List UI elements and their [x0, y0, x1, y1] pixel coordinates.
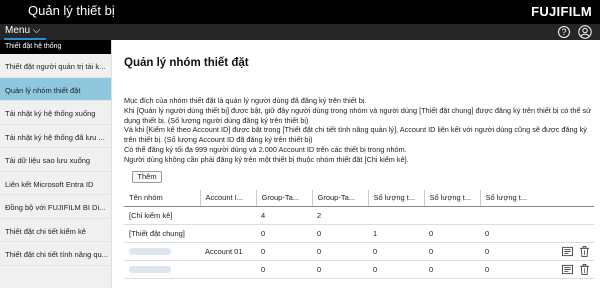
sidebar-item-download-system-log[interactable]: Tải nhật ký hệ thống xuống	[0, 101, 111, 125]
table-cell: 0	[312, 260, 368, 279]
table-cell: 0	[424, 260, 480, 279]
sidebar-item-entra-id[interactable]: Liên kết Microsoft Entra ID	[0, 172, 111, 195]
table-cell: 0	[480, 260, 536, 279]
table-cell: 0	[424, 224, 480, 243]
column-header-count-2[interactable]: Số lượng t...	[424, 190, 481, 207]
table-cell: 1	[368, 224, 424, 243]
table-cell: 0	[480, 224, 536, 243]
column-header-count-1[interactable]: Số lượng t...	[368, 190, 425, 207]
column-header-group-tag-1[interactable]: Group-Ta...	[256, 190, 313, 207]
add-button[interactable]: Thêm	[132, 171, 162, 183]
description-line: Người dùng không cần phải đăng ký trên m…	[124, 154, 409, 164]
table-cell: 2	[312, 206, 368, 225]
table-cell	[200, 260, 256, 279]
table-cell: 0	[368, 242, 424, 261]
table-cell	[124, 260, 200, 279]
main-content: Quản lý nhóm thiết đặt Mục đích của nhóm…	[112, 40, 600, 288]
menu-label: Menu	[5, 25, 31, 36]
column-header-count-3[interactable]: Số lượng t...	[480, 190, 536, 207]
trash-icon[interactable]	[579, 263, 590, 275]
sidebar-item-accounting-settings[interactable]: Thiết đặt chi tiết kiểm kê	[0, 219, 111, 242]
top-bar: Quản lý thiết bị FUJIFILM	[0, 0, 600, 24]
menu-bar: Menu ⌵ ?	[0, 24, 600, 40]
table-cell: 0	[368, 260, 424, 279]
sidebar-item-feature-settings[interactable]: Thiết đặt chi tiết tính năng qu...	[0, 242, 111, 266]
table-cell: 0	[256, 224, 312, 243]
description-line: Và khi [Kiểm kê theo Account ID] được bậ…	[124, 125, 587, 145]
table-row[interactable]: Account 01 0 0 0 0 0	[124, 242, 594, 261]
sidebar-item-admin-settings[interactable]: Thiết đặt người quản trị tài k...	[0, 54, 111, 78]
settings-group-table: Tên nhóm Account I... Group-Ta... Group-…	[124, 190, 594, 279]
trash-icon[interactable]	[579, 245, 590, 257]
table-cell	[480, 206, 536, 225]
edit-icon[interactable]	[561, 246, 573, 257]
redacted-group-name	[129, 248, 171, 256]
sidebar-section-title: Thiết đặt hệ thống	[0, 40, 111, 54]
column-header-group-name[interactable]: Tên nhóm	[124, 190, 201, 207]
description-line: Khi [Quản lý người dùng thiết bị] được b…	[124, 105, 592, 125]
column-header-actions	[536, 190, 594, 207]
sidebar-item-sync-fujifilm[interactable]: Đồng bộ với FUJIFILM BI Di...	[0, 195, 111, 219]
row-actions	[536, 260, 594, 279]
table-cell	[536, 224, 594, 243]
table-cell: Account 01	[200, 242, 256, 261]
table-cell: 0	[312, 242, 368, 261]
table-row[interactable]: [Chỉ kiểm kê] 4 2	[124, 206, 594, 225]
help-icon[interactable]: ?	[558, 26, 570, 38]
table-cell	[368, 206, 424, 225]
user-icon[interactable]	[578, 25, 592, 39]
table-cell: 0	[480, 242, 536, 261]
brand-logo: FUJIFILM	[531, 4, 592, 19]
table-cell: 0	[256, 242, 312, 261]
page-title: Quản lý nhóm thiết đặt	[124, 57, 249, 69]
table-cell: 0	[256, 260, 312, 279]
table-cell: 4	[256, 206, 312, 225]
description: Mục đích của nhóm thiết đặt là quản lý n…	[124, 96, 594, 165]
table-cell: [Thiết đặt chung]	[124, 224, 200, 243]
sidebar-item-settings-group[interactable]: Quản lý nhóm thiết đặt	[0, 77, 111, 101]
menu-button[interactable]: Menu ⌵	[5, 25, 40, 36]
column-header-group-tag-2[interactable]: Group-Ta...	[312, 190, 369, 207]
chevron-down-icon: ⌵	[32, 25, 41, 36]
table-cell	[200, 224, 256, 243]
redacted-group-name	[129, 266, 171, 274]
table-cell	[200, 206, 256, 225]
description-line: Mục đích của nhóm thiết đặt là quản lý n…	[124, 96, 367, 105]
app-title: Quản lý thiết bị	[28, 3, 115, 18]
table-cell	[424, 206, 480, 225]
table-cell: [Chỉ kiểm kê]	[124, 206, 200, 225]
sidebar-item-saved-system-log[interactable]: Tải nhật ký hệ thống đã lưu ...	[0, 125, 111, 148]
description-line: Có thể đăng ký tối đa 999 người dùng và …	[124, 144, 407, 154]
table-cell: 0	[312, 224, 368, 243]
row-actions	[536, 242, 594, 261]
column-header-account-id[interactable]: Account I...	[200, 190, 257, 207]
table-row[interactable]: [Thiết đặt chung] 0 0 1 0 0	[124, 224, 594, 243]
edit-icon[interactable]	[561, 264, 573, 275]
table-cell	[124, 242, 200, 261]
sidebar-item-download-backup[interactable]: Tải dữ liệu sao lưu xuống	[0, 148, 111, 172]
sidebar: Thiết đặt hệ thống Thiết đặt người quản …	[0, 40, 112, 288]
table-cell: 0	[424, 242, 480, 261]
table-cell	[536, 206, 594, 225]
table-row[interactable]: 0 0 0 0 0	[124, 260, 594, 279]
table-header-row: Tên nhóm Account I... Group-Ta... Group-…	[124, 190, 594, 207]
